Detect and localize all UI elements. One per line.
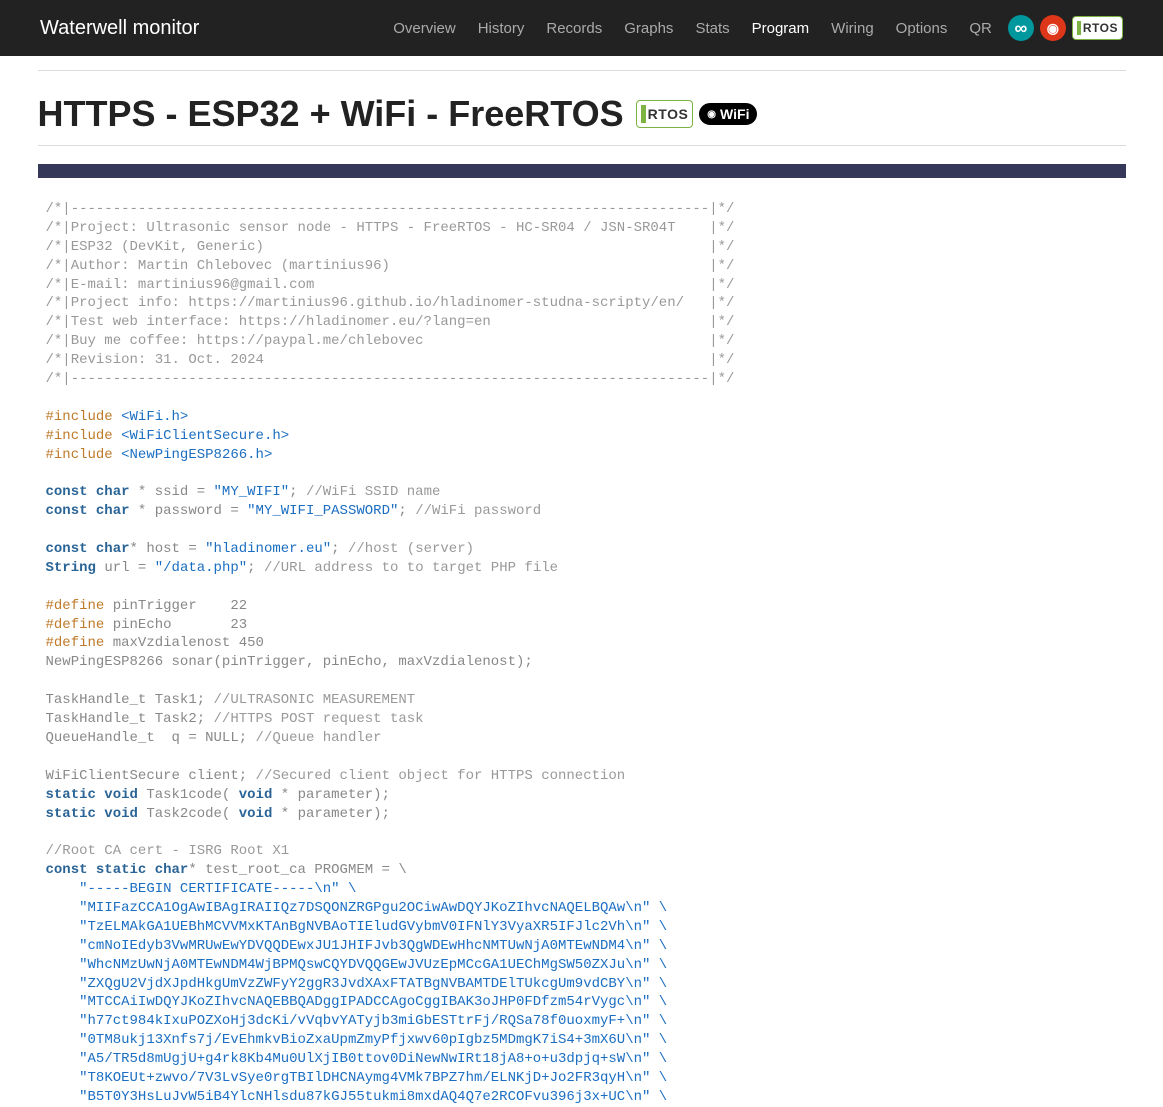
page-title: HTTPS - ESP32 + WiFi - FreeRTOS RTOS WiF… [38,93,1126,135]
wifi-badge-text: WiFi [720,106,749,122]
page-title-text: HTTPS - ESP32 + WiFi - FreeRTOS [38,93,624,135]
nav-history[interactable]: History [478,20,525,37]
brand-title[interactable]: Waterwell monitor [40,17,199,40]
top-divider [38,70,1126,71]
freertos-badge: RTOS [636,100,694,128]
nav-items: Overview History Records Graphs Stats Program… [393,20,992,37]
top-navbar: Waterwell monitor Overview History Records… [0,0,1163,56]
source-code-block: /*|-------------------------------------… [38,200,1126,1107]
title-divider [38,145,1126,146]
nav-icons: RTOS [1008,15,1123,41]
nav-program[interactable]: Program [752,20,810,37]
nav-stats[interactable]: Stats [695,20,729,37]
espressif-icon[interactable] [1040,15,1066,41]
freertos-badge-nav[interactable]: RTOS [1072,16,1123,40]
wifi-badge: WiFi [699,103,757,125]
nav-records[interactable]: Records [546,20,602,37]
freertos-badge-nav-text: RTOS [1083,21,1118,35]
nav-graphs[interactable]: Graphs [624,20,673,37]
nav-qr[interactable]: QR [969,20,992,37]
dark-separator-bar [38,164,1126,178]
nav-overview[interactable]: Overview [393,20,456,37]
nav-options[interactable]: Options [896,20,948,37]
freertos-badge-text: RTOS [648,106,689,122]
arduino-icon[interactable] [1008,15,1034,41]
nav-wiring[interactable]: Wiring [831,20,874,37]
title-badges: RTOS WiFi [636,100,758,128]
